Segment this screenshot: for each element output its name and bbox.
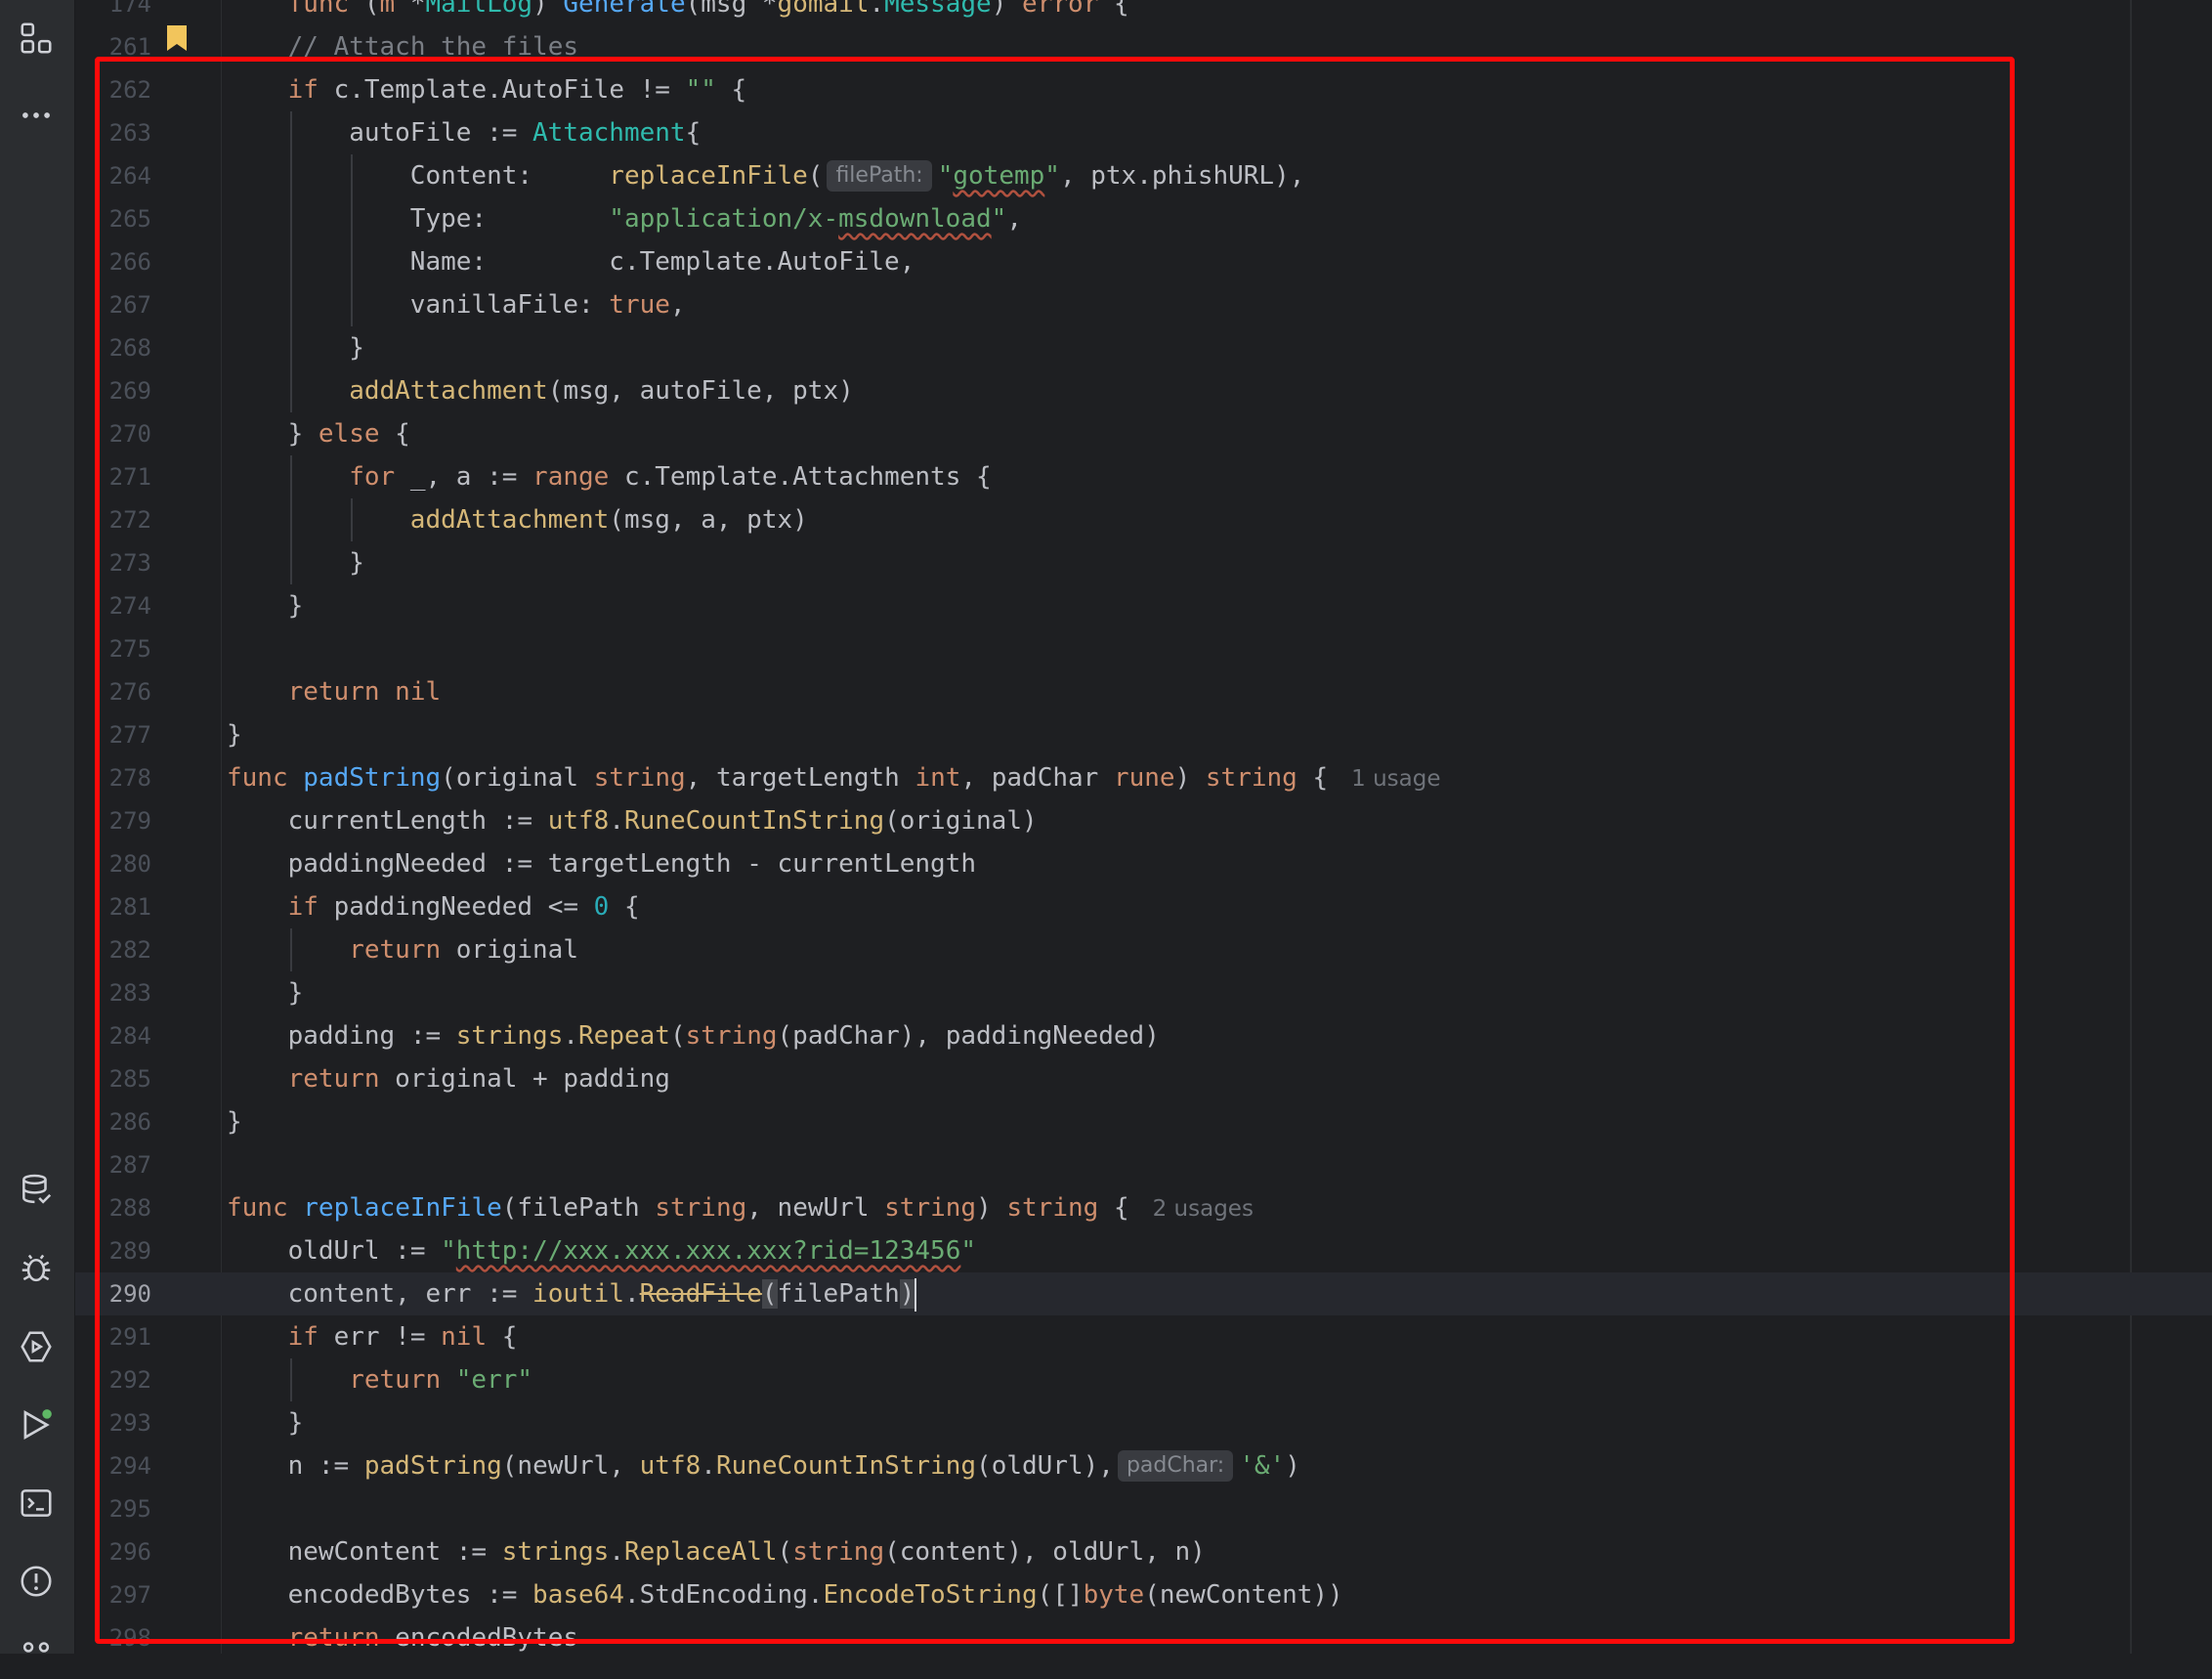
code-token: Message: [884, 0, 992, 19]
code-token: ): [991, 0, 1023, 19]
version-control-icon[interactable]: [14, 1634, 59, 1679]
code-token: error: [1022, 0, 1099, 19]
code-token: m: [379, 0, 410, 19]
terminal-icon[interactable]: [14, 1481, 59, 1526]
code-token: Generate: [563, 0, 686, 19]
code-line[interactable]: 174 func (m *MailLog) Generate(msg *gomai…: [75, 0, 2212, 25]
problems-icon[interactable]: [14, 1559, 59, 1604]
code-token: (: [363, 0, 380, 19]
code-token: gomail: [777, 0, 870, 19]
tool-window-strip: [0, 0, 75, 1654]
run-icon[interactable]: [14, 1402, 59, 1447]
code-token: (msg *: [685, 0, 778, 19]
code-token: ): [532, 0, 564, 19]
code-token: func: [287, 0, 364, 19]
selection-highlight-box: [95, 57, 2015, 1644]
more-tools-icon[interactable]: [14, 93, 59, 138]
code-token: MailLog: [425, 0, 533, 19]
project-structure-icon[interactable]: [14, 16, 59, 61]
bookmark-icon[interactable]: [166, 24, 188, 56]
database-icon[interactable]: [14, 1168, 59, 1213]
code-token: {: [1098, 0, 1129, 19]
code-text[interactable]: func (m *MailLog) Generate(msg *gomail.M…: [288, 0, 1129, 25]
services-icon[interactable]: [14, 1324, 59, 1369]
code-token: .: [869, 0, 885, 19]
line-number[interactable]: 174: [75, 0, 151, 25]
debug-icon[interactable]: [14, 1246, 59, 1291]
code-token: *: [409, 0, 426, 19]
